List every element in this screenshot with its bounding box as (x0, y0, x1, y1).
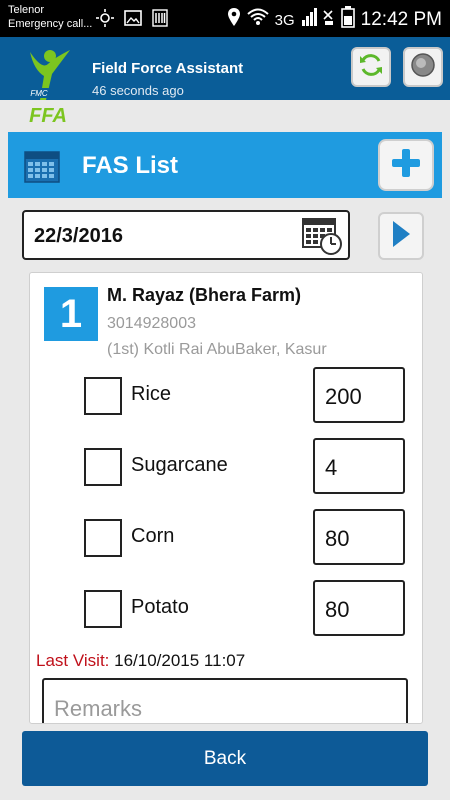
crop-checkbox[interactable] (84, 377, 122, 415)
signal-x-icon (323, 8, 335, 32)
crop-label: Corn (131, 525, 175, 547)
crop-checkbox[interactable] (84, 590, 122, 628)
date-value: 22/3/2016 (34, 225, 123, 247)
last-sync-time: 46 seconds ago (92, 83, 184, 98)
last-visit-label: Last Visit: (36, 651, 110, 670)
calendar-grid-icon (24, 149, 60, 183)
carrier-info: Telenor Emergency call... (8, 3, 92, 31)
crop-quantity-input[interactable]: 200 (313, 367, 405, 423)
crop-row-rice: Rice 200 (30, 367, 422, 425)
calendar-clock-icon[interactable] (302, 217, 342, 255)
crop-label: Sugarcane (131, 454, 228, 476)
status-toggle-button[interactable] (403, 47, 443, 87)
clock: 12:42 PM (360, 9, 442, 30)
list-header: FAS List (8, 132, 442, 198)
crop-quantity-input[interactable]: 4 (313, 438, 405, 494)
farm-name: M. Rayaz (Bhera Farm) (107, 285, 302, 305)
location-icon (227, 7, 241, 33)
crop-checkbox[interactable] (84, 519, 122, 557)
remarks-placeholder: Remarks (54, 696, 143, 721)
crop-row-sugarcane: Sugarcane 4 (30, 438, 422, 496)
carrier-sub: Emergency call... (8, 18, 93, 30)
svg-text:FFA: FFA (29, 105, 67, 124)
last-visit-value: 16/10/2015 11:07 (114, 651, 246, 670)
add-button[interactable] (378, 139, 434, 191)
crop-quantity-value: 4 (325, 455, 338, 480)
list-title: FAS List (82, 152, 179, 179)
refresh-icon (358, 52, 384, 83)
last-visit: Last Visit: 16/10/2015 11:07 (36, 651, 245, 671)
back-button[interactable]: Back (22, 731, 428, 786)
status-bar: Telenor Emergency call... 3G 12:42 PM (0, 0, 450, 37)
app-title: Field Force Assistant (92, 60, 244, 77)
crop-checkbox[interactable] (84, 448, 122, 486)
farm-card: 1 M. Rayaz (Bhera Farm) 3014928003 (1st)… (29, 272, 423, 724)
ffa-logo: FMC FFA (20, 44, 78, 127)
farm-phone: 3014928003 (107, 315, 196, 332)
date-field[interactable]: 22/3/2016 (22, 210, 350, 260)
crop-quantity-value: 80 (325, 526, 350, 551)
svg-text:FMC: FMC (30, 89, 48, 98)
circle-icon (410, 52, 436, 83)
farm-number-badge: 1 (44, 287, 98, 341)
crop-row-corn: Corn 80 (30, 509, 422, 567)
signal-icon (301, 8, 317, 32)
crop-label: Rice (131, 383, 172, 405)
crop-label: Potato (131, 596, 189, 618)
farm-address: (1st) Kotli Rai AbuBaker, Kasur (107, 341, 327, 358)
refresh-button[interactable] (351, 47, 391, 87)
crop-row-potato: Potato 80 (30, 580, 422, 638)
barcode-icon (152, 9, 168, 32)
remarks-input[interactable]: Remarks (42, 678, 408, 723)
carrier-name: Telenor (8, 4, 45, 16)
system-status: 3G 12:42 PM (227, 6, 442, 34)
image-icon (124, 10, 142, 31)
plus-icon (390, 147, 422, 184)
next-date-button[interactable] (378, 212, 424, 260)
play-arrow-icon (390, 219, 412, 254)
crop-quantity-input[interactable]: 80 (313, 580, 405, 636)
sun-icon (96, 9, 114, 32)
crop-quantity-input[interactable]: 80 (313, 509, 405, 565)
notification-icons (96, 9, 168, 32)
battery-icon (340, 6, 355, 34)
crop-quantity-value: 200 (325, 384, 362, 409)
crop-quantity-value: 80 (325, 597, 350, 622)
wifi-icon (246, 8, 269, 32)
network-type: 3G (274, 11, 295, 29)
